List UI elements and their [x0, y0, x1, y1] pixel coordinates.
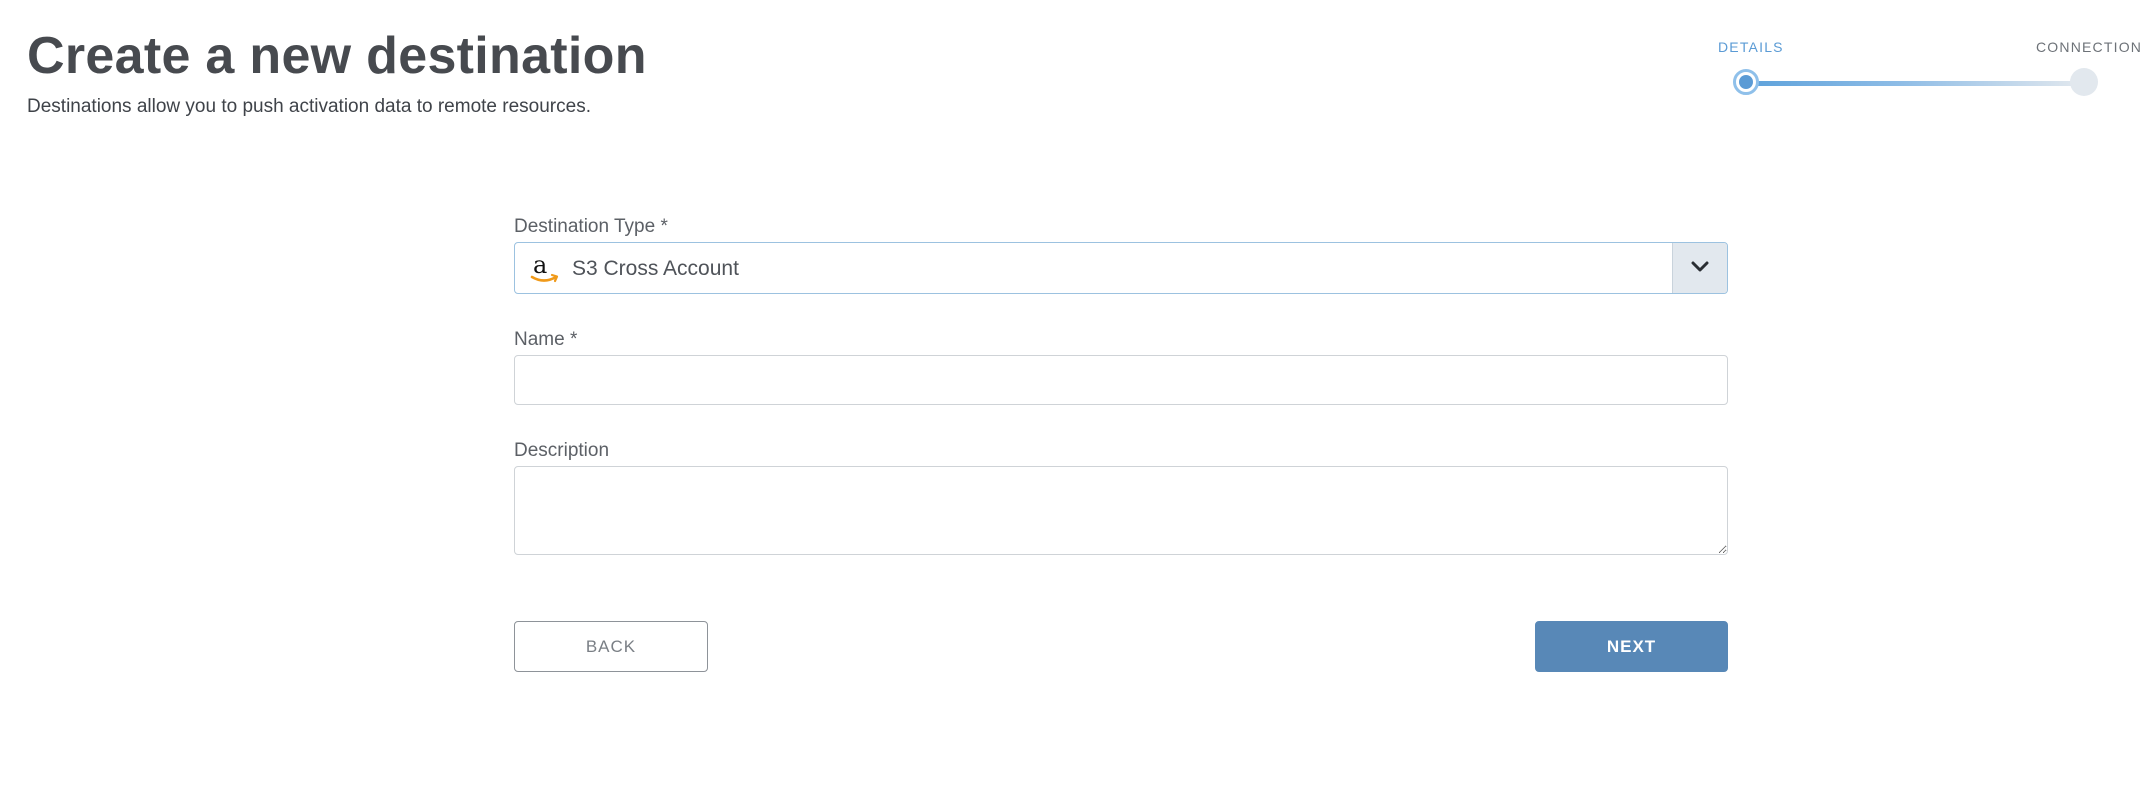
- name-label: Name *: [514, 329, 578, 350]
- step-indicator-connection: [2070, 68, 2098, 96]
- name-input[interactable]: [514, 355, 1728, 405]
- step-label-details: DETAILS: [1718, 39, 1784, 55]
- step-indicator-details: [1733, 69, 1759, 95]
- svg-text:a: a: [533, 251, 547, 279]
- destination-type-value: S3 Cross Account: [572, 257, 739, 280]
- back-button[interactable]: BACK: [514, 621, 708, 672]
- stepper-track: [1748, 81, 2082, 86]
- amazon-logo-icon: a: [529, 251, 559, 287]
- destination-type-label: Destination Type *: [514, 216, 668, 237]
- chevron-down-icon: [1691, 261, 1709, 272]
- page-subtitle: Destinations allow you to push activatio…: [27, 96, 591, 117]
- dropdown-toggle[interactable]: [1672, 243, 1727, 293]
- step-label-connection: CONNECTION: [2036, 39, 2143, 55]
- description-label: Description: [514, 440, 610, 461]
- page-title: Create a new destination: [27, 27, 647, 85]
- destination-type-select[interactable]: a S3 Cross Account: [514, 242, 1728, 294]
- progress-stepper: DETAILS CONNECTION: [1700, 36, 2146, 106]
- next-button[interactable]: NEXT: [1535, 621, 1728, 672]
- description-textarea[interactable]: [514, 466, 1728, 555]
